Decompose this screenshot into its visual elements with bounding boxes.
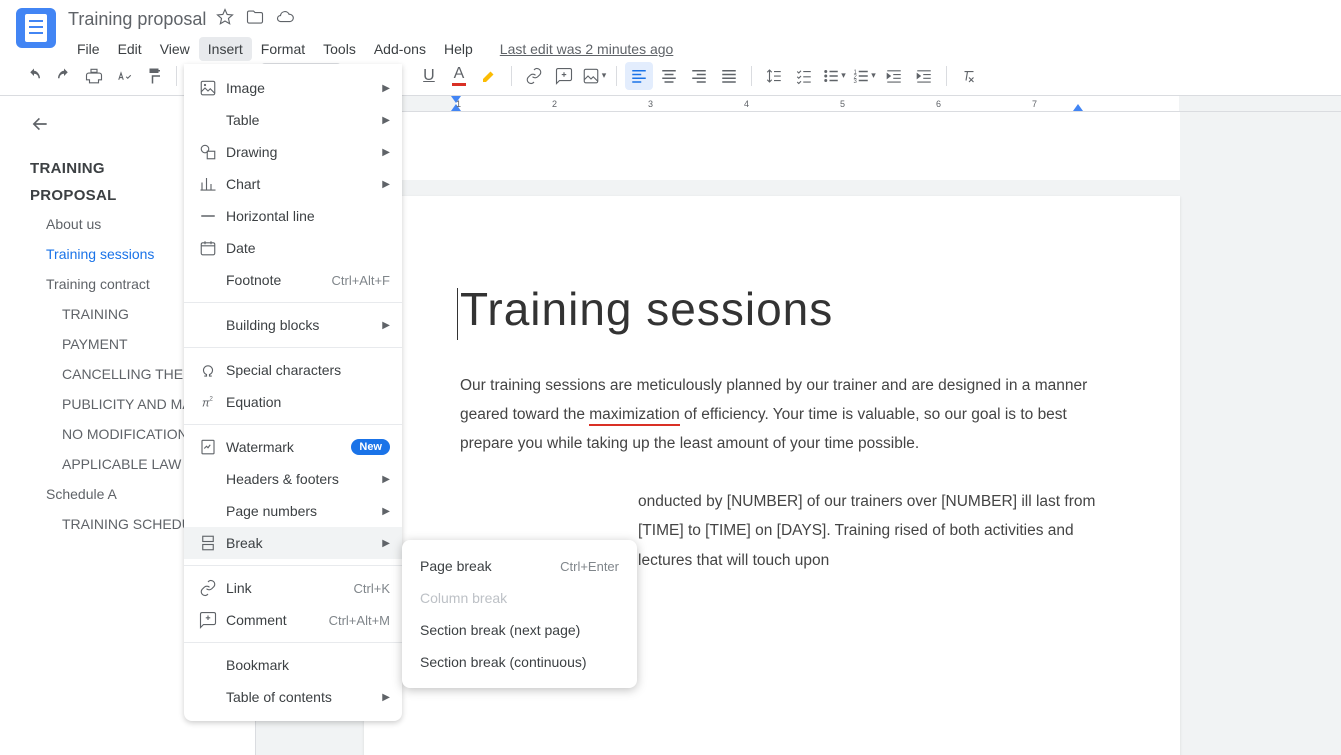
- insert-menu-table[interactable]: Table▶: [184, 104, 402, 136]
- doc-title[interactable]: Training proposal: [68, 9, 206, 30]
- highlight-button[interactable]: [475, 62, 503, 90]
- insert-menu-bookmark[interactable]: Bookmark: [184, 649, 402, 681]
- menu-format[interactable]: Format: [252, 37, 314, 61]
- page-heading: Training sessions: [460, 284, 1108, 335]
- insert-menu-image[interactable]: Image▶: [184, 72, 402, 104]
- break-section-break-next-page-[interactable]: Section break (next page): [402, 614, 637, 646]
- numbered-list-button[interactable]: 123▾: [850, 62, 878, 90]
- titlebar: Training proposal File Edit View Insert …: [0, 0, 1341, 56]
- align-left-button[interactable]: [625, 62, 653, 90]
- clear-format-button[interactable]: [955, 62, 983, 90]
- break-section-break-continuous-[interactable]: Section break (continuous): [402, 646, 637, 678]
- underline-button[interactable]: U: [415, 62, 443, 90]
- menu-addons[interactable]: Add-ons: [365, 37, 435, 61]
- insert-menu-break[interactable]: Break▶: [184, 527, 402, 559]
- insert-menu-special-characters[interactable]: Special characters: [184, 354, 402, 386]
- insert-menu-dropdown: Image▶Table▶Drawing▶Chart▶Horizontal lin…: [184, 64, 402, 721]
- insert-menu-drawing[interactable]: Drawing▶: [184, 136, 402, 168]
- menu-tools[interactable]: Tools: [314, 37, 365, 61]
- horizontal-ruler: 1234567: [240, 96, 1341, 112]
- break-submenu: Page breakCtrl+EnterColumn breakSection …: [402, 540, 637, 688]
- svg-text:2: 2: [210, 397, 214, 403]
- insert-menu-horizontal-line[interactable]: Horizontal line: [184, 200, 402, 232]
- svg-text:3: 3: [854, 78, 858, 84]
- menu-edit[interactable]: Edit: [109, 37, 151, 61]
- indent-decrease-button[interactable]: [880, 62, 908, 90]
- align-justify-button[interactable]: [715, 62, 743, 90]
- body-paragraph-1: Our training sessions are meticulously p…: [460, 371, 1108, 459]
- break-column-break: Column break: [402, 582, 637, 614]
- insert-menu-date[interactable]: Date: [184, 232, 402, 264]
- break-page-break[interactable]: Page breakCtrl+Enter: [402, 550, 637, 582]
- insert-menu-link[interactable]: LinkCtrl+K: [184, 572, 402, 604]
- menu-view[interactable]: View: [151, 37, 199, 61]
- last-edit-link[interactable]: Last edit was 2 minutes ago: [500, 41, 674, 57]
- line-spacing-button[interactable]: [760, 62, 788, 90]
- bullet-list-button[interactable]: ▾: [820, 62, 848, 90]
- insert-menu-comment[interactable]: CommentCtrl+Alt+M: [184, 604, 402, 636]
- align-right-button[interactable]: [685, 62, 713, 90]
- insert-link-button[interactable]: [520, 62, 548, 90]
- cloud-icon[interactable]: [276, 8, 294, 31]
- insert-menu-page-numbers[interactable]: Page numbers▶: [184, 495, 402, 527]
- insert-comment-button[interactable]: [550, 62, 578, 90]
- insert-image-button[interactable]: ▾: [580, 62, 608, 90]
- text-color-button[interactable]: A: [445, 62, 473, 90]
- redo-button[interactable]: [50, 62, 78, 90]
- menu-bar: File Edit View Insert Format Tools Add-o…: [68, 37, 1325, 61]
- indent-increase-button[interactable]: [910, 62, 938, 90]
- print-button[interactable]: [80, 62, 108, 90]
- right-indent-marker[interactable]: [1073, 104, 1083, 111]
- checklist-button[interactable]: [790, 62, 818, 90]
- insert-menu-chart[interactable]: Chart▶: [184, 168, 402, 200]
- menu-file[interactable]: File: [68, 37, 109, 61]
- move-icon[interactable]: [246, 8, 264, 31]
- menu-help[interactable]: Help: [435, 37, 482, 61]
- align-center-button[interactable]: [655, 62, 683, 90]
- menu-insert[interactable]: Insert: [199, 37, 252, 61]
- insert-menu-footnote[interactable]: FootnoteCtrl+Alt+F: [184, 264, 402, 296]
- spellcheck-button[interactable]: [110, 62, 138, 90]
- insert-menu-building-blocks[interactable]: Building blocks▶: [184, 309, 402, 341]
- paint-format-button[interactable]: [140, 62, 168, 90]
- undo-button[interactable]: [20, 62, 48, 90]
- insert-menu-headers-footers[interactable]: Headers & footers▶: [184, 463, 402, 495]
- insert-menu-table-of-contents[interactable]: Table of contents▶: [184, 681, 402, 713]
- star-icon[interactable]: [216, 8, 234, 31]
- docs-logo[interactable]: [16, 8, 56, 48]
- insert-menu-equation[interactable]: π2Equation: [184, 386, 402, 418]
- insert-menu-watermark[interactable]: WatermarkNew: [184, 431, 402, 463]
